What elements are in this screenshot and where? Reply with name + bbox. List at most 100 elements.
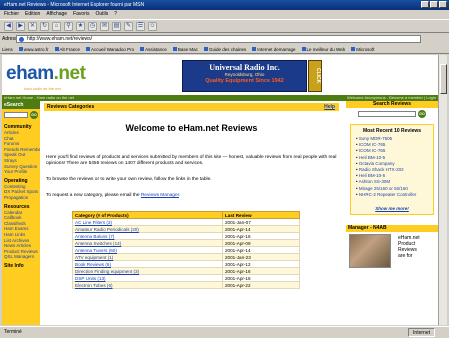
address-url: http://www.eham.net/reviews/ <box>27 36 93 42</box>
reviews-manager-link[interactable]: Reviews Manager <box>141 193 179 198</box>
search-icon[interactable]: ⚲ <box>64 21 73 31</box>
column-header-last-review: Last Review <box>222 211 300 219</box>
status-text: Terminé <box>4 329 22 335</box>
address-label: Adresse <box>2 36 21 42</box>
link-microsoft[interactable]: Microsoft <box>351 47 374 52</box>
ad-subtitle: Reynoldsburg, Ohio <box>224 72 265 77</box>
left-sidebar: eSearch GO Community Articles Chat Forum… <box>2 101 40 325</box>
sidebar-section-operating: Operating <box>4 177 28 184</box>
forward-icon[interactable]: ▶ <box>16 21 25 31</box>
links-bar: Liens www.astro.fr Alt France Accueil Wa… <box>0 45 449 54</box>
last-review-date: 2001-Apr-16 <box>222 274 300 282</box>
link-guide[interactable]: Guide des chaines <box>204 47 246 52</box>
menu-edit[interactable]: Edition <box>25 10 40 19</box>
esearch-input[interactable] <box>4 112 28 118</box>
search-reviews-input[interactable] <box>358 111 416 117</box>
table-row: Antenna Tuners (60) 2001-Apr-14 <box>72 246 300 254</box>
menu-file[interactable]: Fichier <box>4 10 19 19</box>
manager-label: Manager - N4AB <box>346 225 438 233</box>
menu-view[interactable]: Affichage <box>46 10 67 19</box>
edit-icon[interactable]: ✎ <box>124 21 133 31</box>
page-title: Welcome to eHam.net Reviews <box>125 123 258 133</box>
ie-page-icon <box>19 37 24 42</box>
category-link[interactable]: AC Line Filters (3) <box>72 218 223 226</box>
close-button[interactable] <box>439 1 447 8</box>
favorites-icon[interactable]: ★ <box>76 21 85 31</box>
category-link[interactable]: Amateur Radio Periodicals (20) <box>72 225 223 233</box>
intro-text: Here you'll find reviews of products and… <box>46 155 337 167</box>
security-zone: Internet <box>408 328 435 337</box>
show-more-link[interactable]: Show me more! <box>353 206 431 211</box>
table-row: Book Reviews (6) 2001-Apr-12 <box>72 260 300 268</box>
discuss-icon[interactable]: ☰ <box>136 21 145 31</box>
recent-reviews-title: Most Recent 10 Reviews <box>362 128 422 134</box>
link-internet[interactable]: Internet demarrage <box>252 47 295 52</box>
nav-home-link[interactable]: eHam.net Home - Ham radio on the net <box>4 95 74 100</box>
home-icon[interactable]: ⌂ <box>52 21 61 31</box>
maximize-button[interactable] <box>430 1 438 8</box>
sidebar-section-resources: Resources <box>4 203 30 210</box>
table-row: ATV equipment (1) 2001-Jan-23 <box>72 253 300 261</box>
categories-table: Category (# of Products) Last Review AC … <box>72 211 300 289</box>
category-link[interactable]: Antenna Switches (14) <box>72 239 223 247</box>
ad-click-tab[interactable]: CLICK <box>308 60 322 92</box>
right-column: Search Reviews GO Most Recent 10 Reviews… <box>346 101 438 325</box>
breadcrumb: Reviews Categories Help <box>44 103 339 111</box>
category-link[interactable]: Electron Tubes (6) <box>72 281 223 289</box>
help-link[interactable]: Help <box>324 103 335 111</box>
stop-icon[interactable]: ✕ <box>28 21 37 31</box>
scrollbar-thumb[interactable] <box>440 64 447 94</box>
link-alt-france[interactable]: Alt France <box>55 47 81 52</box>
menu-help[interactable]: ? <box>114 10 117 19</box>
browse-text: To browse the reviews or to write your o… <box>46 177 212 182</box>
recent-review-link[interactable]: NHRC-2 Repeater Controller <box>353 192 431 198</box>
back-icon[interactable]: ◀ <box>4 21 13 31</box>
manager-text: eHam.net Product Reviews are for <box>398 235 420 260</box>
category-link[interactable]: DSP Units (13) <box>72 274 223 282</box>
table-row: Electron Tubes (6) 2001-Apr-22 <box>72 281 300 289</box>
category-link[interactable]: ATV equipment (1) <box>72 253 223 261</box>
window-title: eHam.net Reviews - Microsoft Internet Ex… <box>4 2 145 8</box>
link-assistance[interactable]: Assistance <box>140 47 167 52</box>
category-link[interactable]: Book Reviews (6) <box>72 260 223 268</box>
table-row: Direction Finding equipment (3) 2001-Apr-… <box>72 267 300 275</box>
menu-favorites[interactable]: Favoris <box>73 10 89 19</box>
category-link[interactable]: Direction Finding equipment (3) <box>72 267 223 275</box>
link-base-mac[interactable]: Base Mac <box>173 47 198 52</box>
minimize-button[interactable] <box>421 1 429 8</box>
category-link[interactable]: Antenna Baluns (7) <box>72 232 223 240</box>
banner-ad[interactable]: Universal Radio Inc. Reynoldsburg, Ohio … <box>182 60 307 92</box>
sidebar-section-site-info: Site Info <box>4 262 24 269</box>
vertical-scrollbar[interactable] <box>438 55 447 325</box>
link-meilleur[interactable]: Le meilleur du Web <box>302 47 346 52</box>
table-row: Amateur Radio Periodicals (20) 2001-Apr-1… <box>72 225 300 233</box>
last-review-date: 2001-Jan-23 <box>222 253 300 261</box>
menu-tools[interactable]: Outils <box>95 10 108 19</box>
esearch-label: eSearch <box>2 101 40 109</box>
search-reviews-go-button[interactable]: GO <box>418 110 426 118</box>
category-link[interactable]: Antenna Tuners (60) <box>72 246 223 254</box>
menu-bar: Fichier Edition Affichage Favoris Outils… <box>0 10 449 19</box>
history-icon[interactable]: ◷ <box>88 21 97 31</box>
request-text: To request a new category, please email … <box>46 193 181 198</box>
logo-tagline: ham radio on the net <box>24 86 61 91</box>
table-row: Antenna Switches (14) 2001-Apr-09 <box>72 239 300 247</box>
table-row: DSP Units (13) 2001-Apr-16 <box>72 274 300 282</box>
address-input[interactable]: http://www.eham.net/reviews/ <box>16 35 421 43</box>
last-review-date: 2001-Apr-14 <box>222 246 300 254</box>
last-review-date: 2001-Apr-14 <box>222 225 300 233</box>
web-page: eham.net ham radio on the net Universal … <box>2 55 438 325</box>
link-astro[interactable]: www.astro.fr <box>19 47 49 52</box>
refresh-icon[interactable]: ↻ <box>40 21 49 31</box>
esearch-go-button[interactable]: GO <box>30 111 38 119</box>
table-header-row: Category (# of Products) Last Review <box>72 211 300 219</box>
mail-icon[interactable]: ✉ <box>100 21 109 31</box>
last-review-date: 2001-Apr-12 <box>222 260 300 268</box>
link-wanadoo[interactable]: Accueil Wanadoo Pro <box>86 47 134 52</box>
site-logo[interactable]: eham.net <box>6 63 86 85</box>
manager-box: eHam.net Product Reviews are for <box>346 232 438 272</box>
breadcrumb-label: Reviews Categories <box>47 104 95 110</box>
print-icon[interactable]: ▤ <box>112 21 121 31</box>
ad-title: Universal Radio Inc. <box>209 63 280 72</box>
messenger-icon[interactable]: ☺ <box>148 21 157 31</box>
